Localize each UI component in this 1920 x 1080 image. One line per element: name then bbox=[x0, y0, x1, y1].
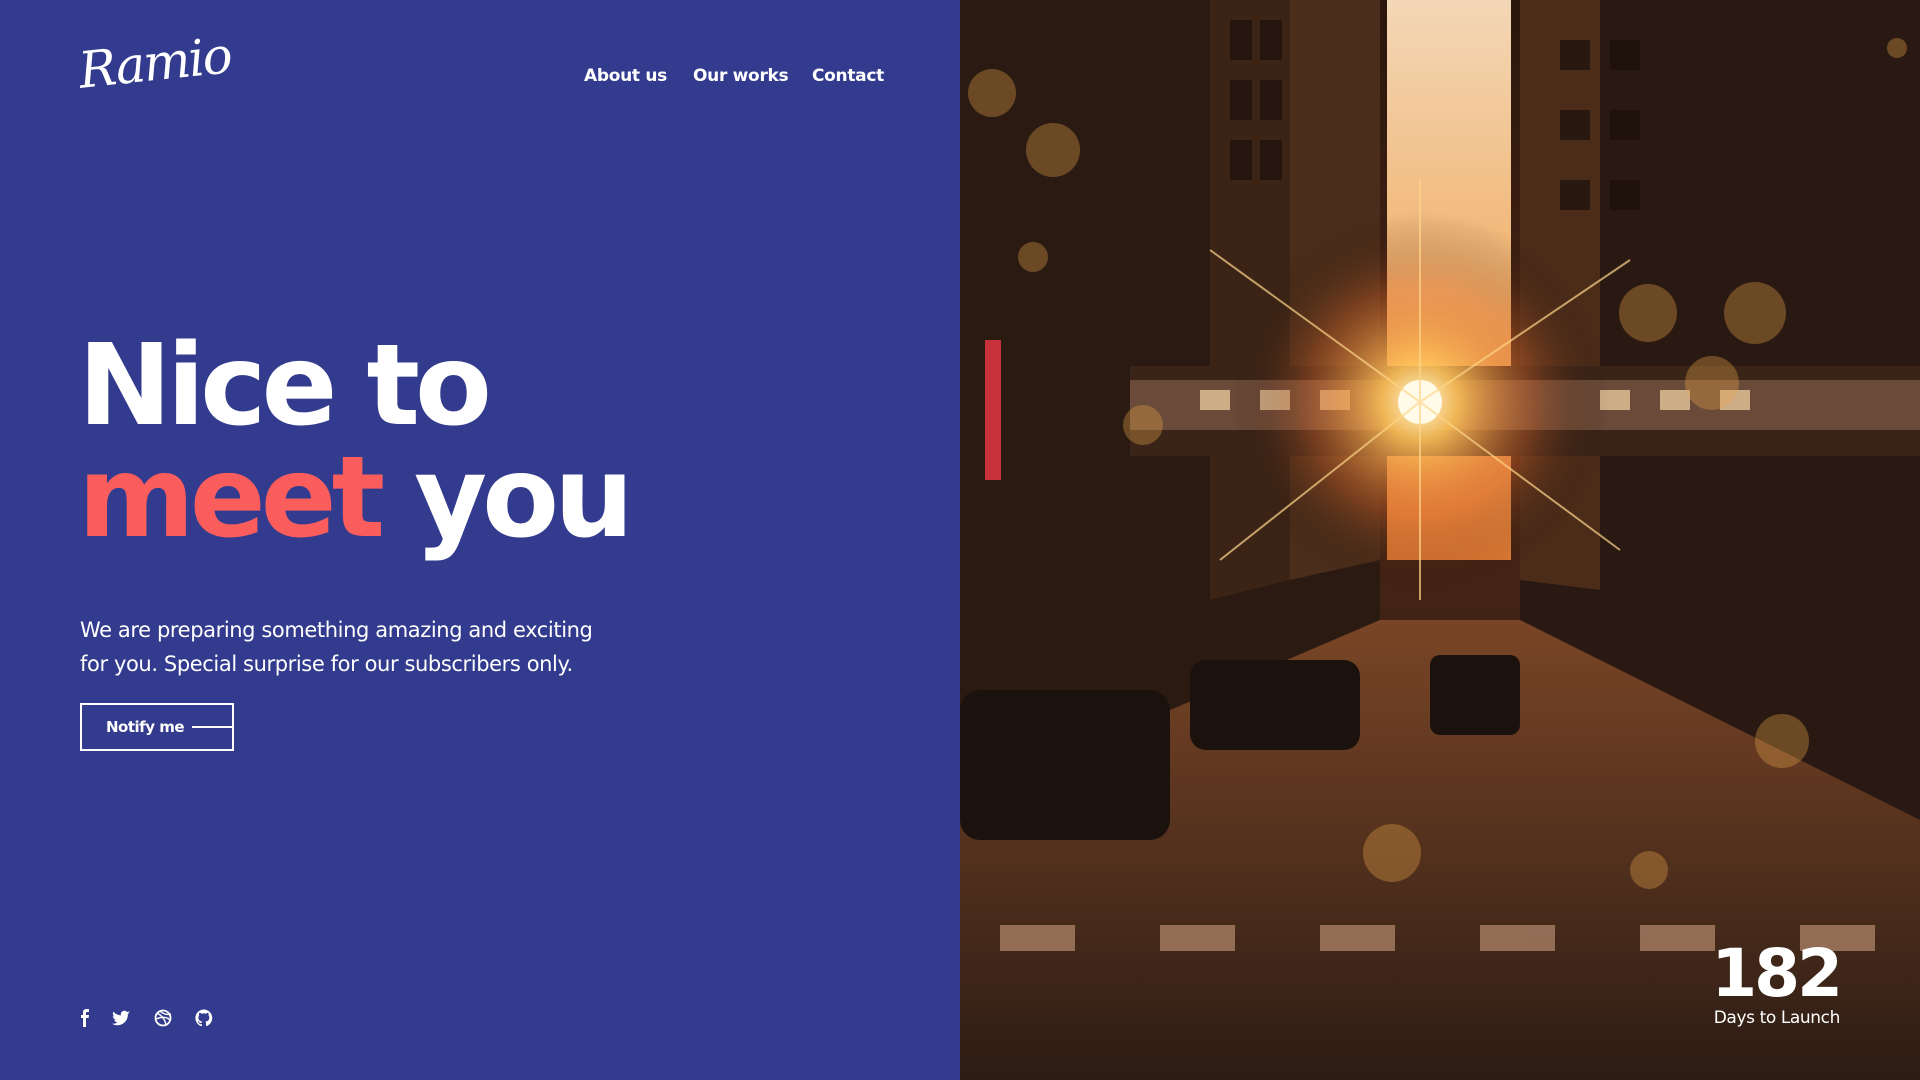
twitter-icon[interactable] bbox=[111, 1008, 131, 1028]
nav-our-works[interactable]: Our works bbox=[693, 66, 789, 86]
city-street-sunset-image bbox=[960, 0, 1920, 1080]
left-panel: Ramio About us Our works Contact Nice to… bbox=[0, 0, 960, 1080]
facebook-icon[interactable] bbox=[76, 1008, 96, 1028]
dribbble-icon[interactable] bbox=[153, 1008, 173, 1028]
countdown: 182 Days to Launch bbox=[1711, 935, 1843, 1029]
notify-me-label: Notify me bbox=[106, 718, 185, 736]
countdown-value: 182 bbox=[1711, 935, 1843, 1012]
hero-title: Nice to meet you bbox=[78, 330, 634, 554]
logo[interactable]: Ramio bbox=[76, 26, 233, 100]
hero-title-accent: meet bbox=[78, 433, 385, 563]
github-icon[interactable] bbox=[194, 1008, 214, 1028]
nav-about-us[interactable]: About us bbox=[584, 66, 667, 86]
nav-contact[interactable]: Contact bbox=[812, 66, 884, 86]
notify-me-button[interactable]: Notify me bbox=[80, 703, 234, 751]
hero-title-rest: you bbox=[414, 433, 634, 563]
countdown-label: Days to Launch bbox=[1713, 1008, 1841, 1028]
hero-photo: 182 Days to Launch bbox=[960, 0, 1920, 1080]
arrow-line-icon bbox=[192, 726, 232, 728]
hero-title-line1: Nice to bbox=[78, 321, 492, 451]
hero-description: We are preparing something amazing and e… bbox=[80, 618, 593, 676]
